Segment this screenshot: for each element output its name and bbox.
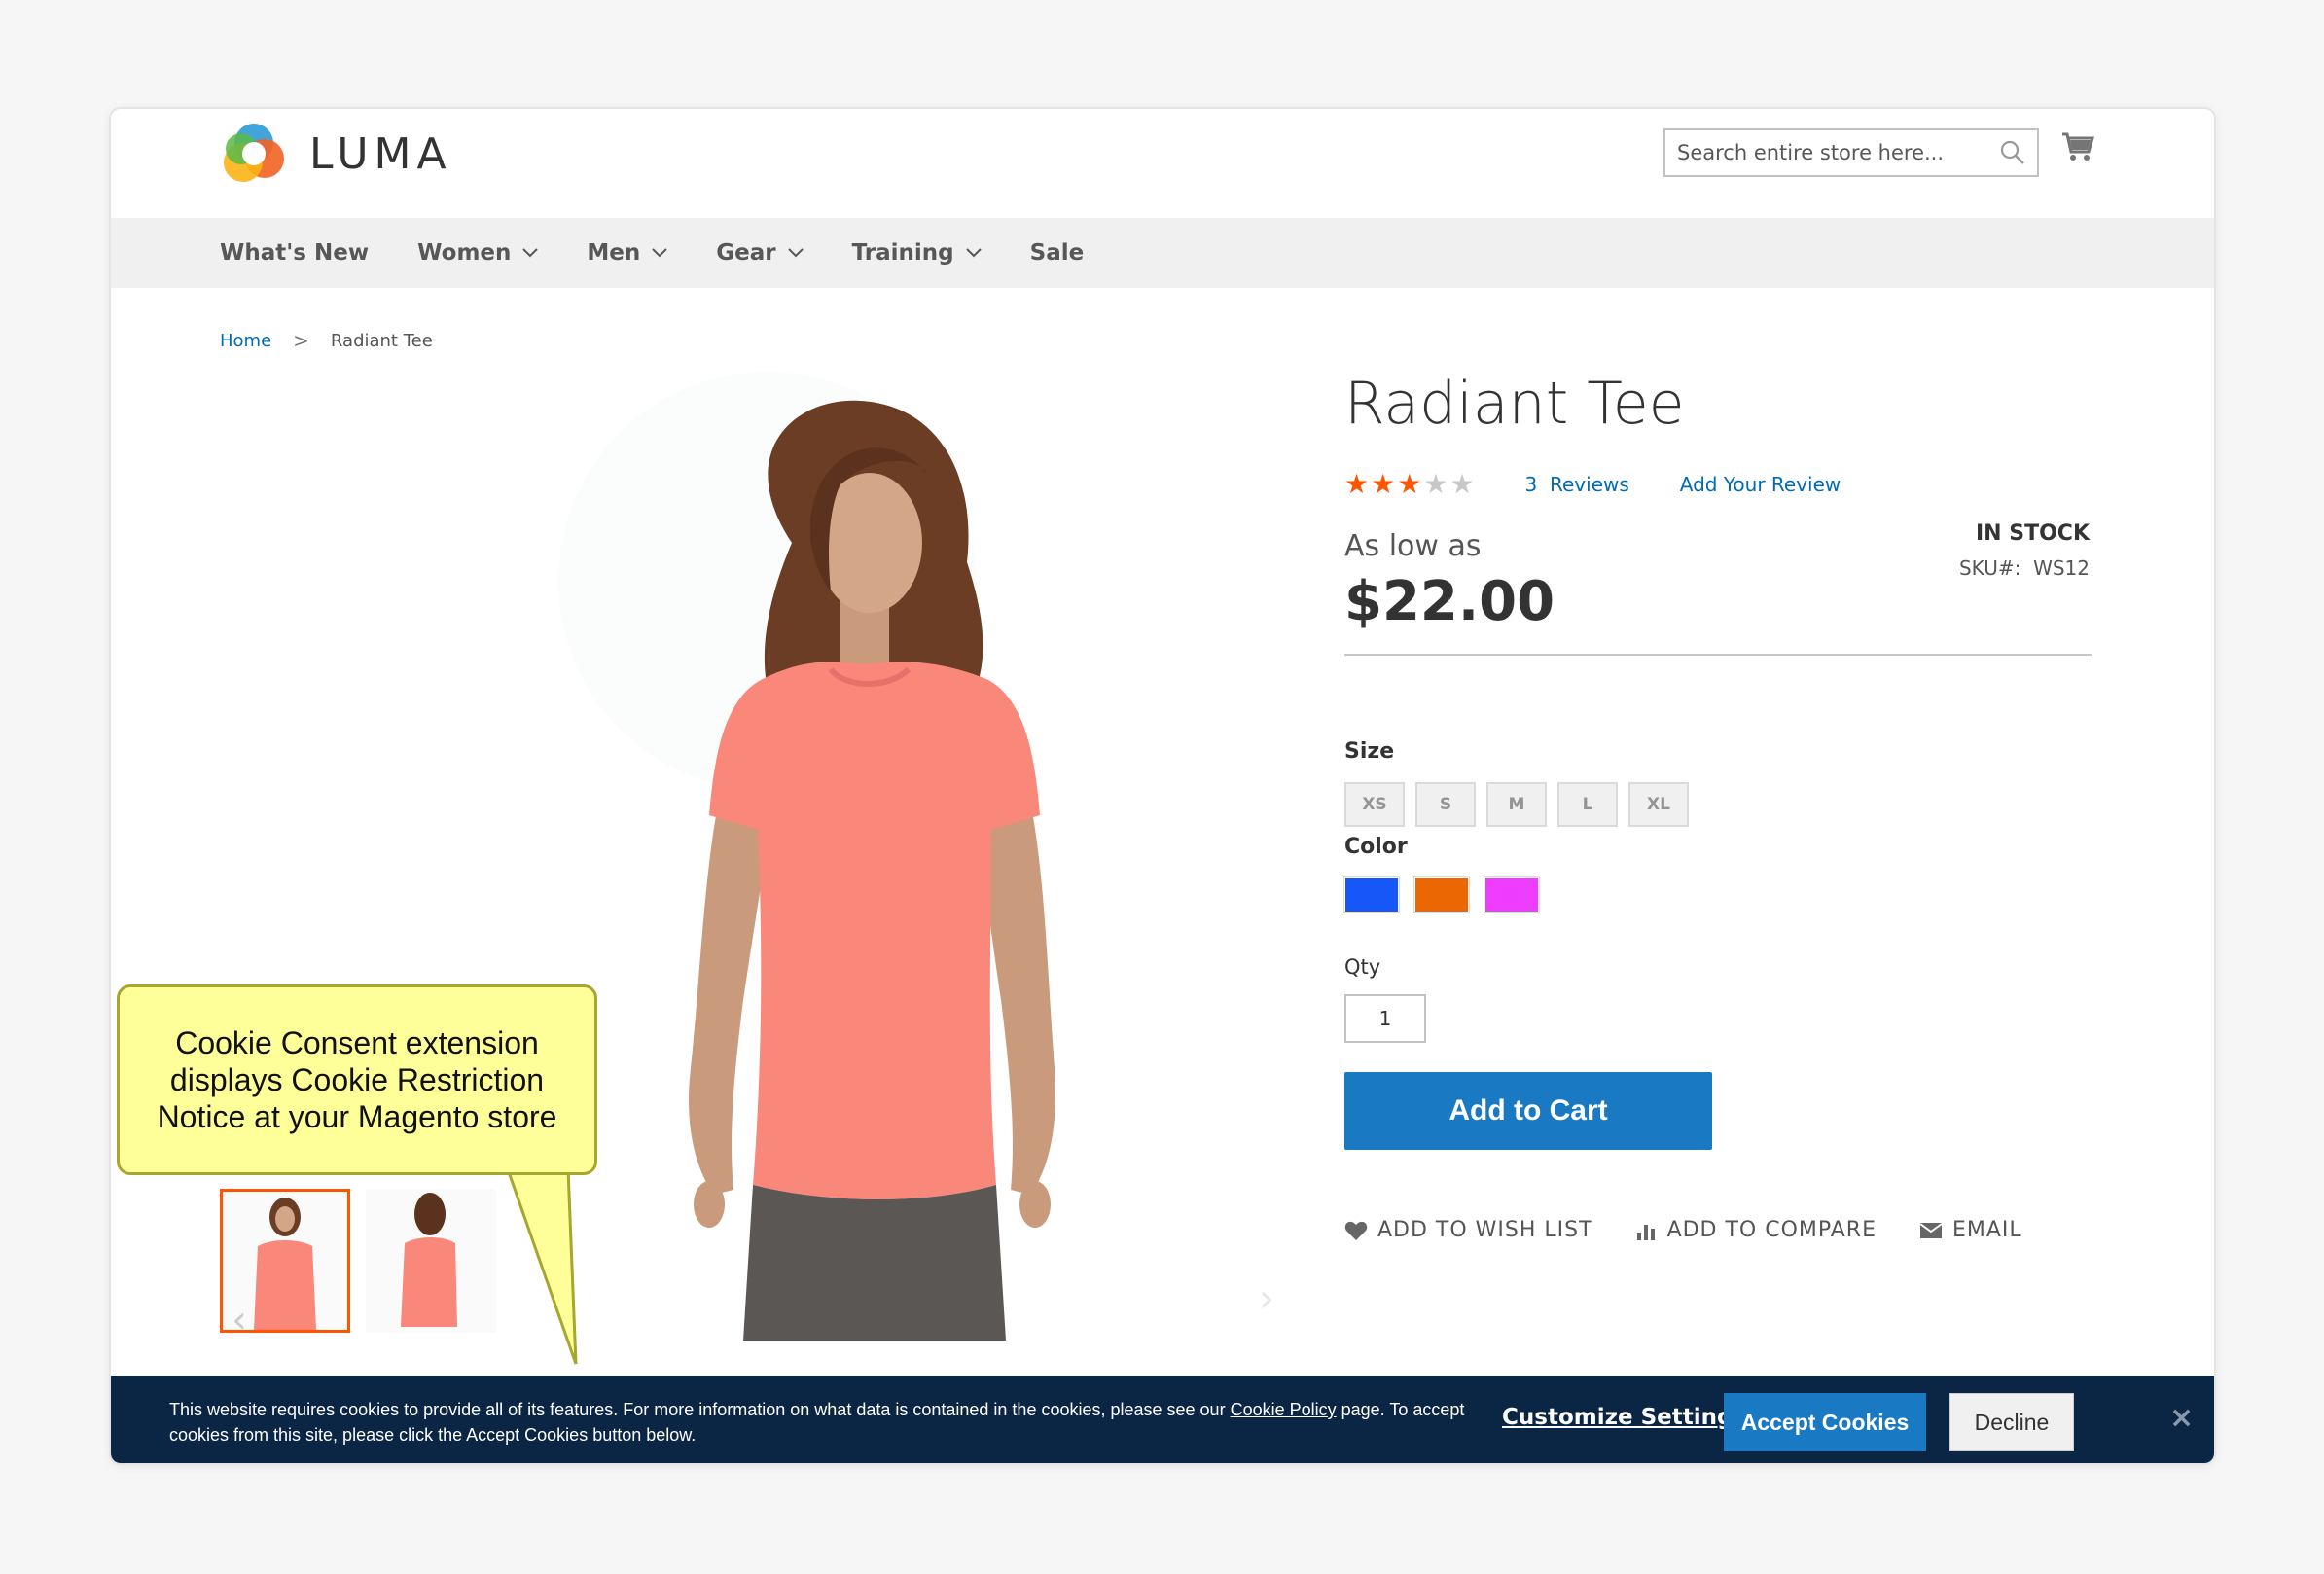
- product-main-image[interactable]: [597, 397, 1084, 1341]
- nav-whats-new[interactable]: What's New: [220, 240, 369, 266]
- size-option-xl[interactable]: XL: [1628, 782, 1689, 827]
- email-label: EMAIL: [1952, 1218, 2022, 1242]
- color-options: [1343, 876, 1555, 913]
- star-empty-icon: ★: [1449, 468, 1475, 500]
- search-box[interactable]: [1663, 128, 2039, 177]
- nav-label: Training: [851, 240, 954, 266]
- luma-logo[interactable]: LUMA: [220, 115, 452, 193]
- accept-cookies-button[interactable]: Accept Cookies: [1724, 1393, 1926, 1451]
- decline-cookies-button[interactable]: Decline: [1949, 1393, 2074, 1451]
- close-icon[interactable]: ×: [2169, 1401, 2194, 1435]
- wishlist-label: ADD TO WISH LIST: [1377, 1218, 1593, 1242]
- product-title: Radiant Tee: [1344, 370, 1685, 438]
- size-option-s[interactable]: S: [1415, 782, 1476, 827]
- nav-men[interactable]: Men: [587, 240, 667, 266]
- callout-line: displays Cookie Restriction: [169, 1062, 545, 1097]
- nav-women[interactable]: Women: [417, 240, 539, 266]
- sku-label: SKU#:: [1958, 556, 2021, 580]
- chevron-down-icon: [522, 248, 539, 258]
- qty-label: Qty: [1344, 955, 1381, 979]
- nav-label: Sale: [1029, 240, 1085, 266]
- product-rating: ★ ★ ★ ★ ★ 3 Reviews Add Your Review: [1344, 471, 1841, 498]
- product-price: $22.00: [1344, 570, 1555, 633]
- reviews-link[interactable]: 3 Reviews: [1525, 473, 1629, 496]
- logo-text: LUMA: [309, 128, 452, 179]
- add-review-link[interactable]: Add Your Review: [1680, 473, 1841, 496]
- envelope-icon: [1919, 1222, 1943, 1238]
- stock-status: IN STOCK: [1975, 521, 2090, 546]
- nav-sale[interactable]: Sale: [1030, 240, 1085, 266]
- color-swatch-orange[interactable]: [1413, 876, 1470, 913]
- heart-icon: [1344, 1221, 1368, 1240]
- cookie-text-before: This website requires cookies to provide…: [169, 1400, 1231, 1419]
- gallery-next-arrow[interactable]: ›: [1259, 1276, 1274, 1321]
- nav-label: What's New: [220, 240, 370, 266]
- color-swatch-purple[interactable]: [1484, 876, 1540, 913]
- star-empty-icon: ★: [1423, 468, 1448, 500]
- cookie-notice-text: This website requires cookies to provide…: [169, 1397, 1473, 1448]
- chevron-down-icon: [787, 248, 804, 258]
- size-option-l[interactable]: L: [1557, 782, 1618, 827]
- luma-logo-icon: [220, 120, 288, 188]
- callout-line: Cookie Consent extension: [175, 1025, 539, 1060]
- color-label: Color: [1344, 835, 1408, 859]
- cookie-policy-link[interactable]: Cookie Policy: [1231, 1400, 1337, 1419]
- nav-label: Women: [417, 240, 512, 266]
- chevron-down-icon: [965, 248, 982, 258]
- product-sku: SKU#: WS12: [1959, 556, 2090, 580]
- breadcrumb-home-link[interactable]: Home: [220, 331, 271, 351]
- main-nav: What's New Women Men Gear Training Sale: [111, 218, 2214, 288]
- bar-chart-icon: [1636, 1224, 1655, 1240]
- callout-line: Notice at your Magento store: [157, 1099, 557, 1134]
- qty-input[interactable]: [1344, 994, 1426, 1043]
- nav-gear[interactable]: Gear: [716, 240, 804, 266]
- cart-icon[interactable]: [2060, 128, 2095, 163]
- size-option-xs[interactable]: XS: [1344, 782, 1405, 827]
- reviews-count: 3: [1524, 473, 1538, 496]
- email-link[interactable]: EMAIL: [1919, 1218, 2022, 1242]
- star-filled-icon: ★: [1344, 468, 1370, 500]
- cookie-consent-bar: This website requires cookies to provide…: [111, 1376, 2214, 1463]
- nav-training[interactable]: Training: [852, 240, 982, 266]
- page-frame: LUMA What's New Women Men Gear Training …: [109, 107, 2216, 1465]
- star-filled-icon: ★: [1371, 468, 1396, 500]
- size-label: Size: [1344, 739, 1395, 764]
- product-actions: ADD TO WISH LIST ADD TO COMPARE EMAIL: [1344, 1218, 2065, 1242]
- rating-stars: ★ ★ ★ ★ ★: [1344, 471, 1477, 498]
- gallery-prev-arrow[interactable]: ‹: [232, 1298, 247, 1342]
- breadcrumb-current: Radiant Tee: [330, 330, 433, 351]
- color-swatch-blue[interactable]: [1343, 876, 1400, 913]
- price-label: As low as: [1344, 529, 1482, 563]
- size-option-m[interactable]: M: [1486, 782, 1547, 827]
- sku-value: WS12: [2033, 556, 2090, 580]
- nav-label: Men: [587, 240, 641, 266]
- nav-label: Gear: [716, 240, 776, 266]
- add-to-cart-button[interactable]: Add to Cart: [1344, 1072, 1712, 1150]
- star-filled-icon: ★: [1397, 468, 1422, 500]
- chevron-down-icon: [652, 248, 667, 258]
- annotation-callout: Cookie Consent extension displays Cookie…: [117, 984, 597, 1175]
- search-icon[interactable]: [2000, 140, 2025, 165]
- add-to-wishlist-link[interactable]: ADD TO WISH LIST: [1344, 1218, 1593, 1242]
- compare-label: ADD TO COMPARE: [1666, 1218, 1877, 1242]
- size-options: XS S M L XL: [1344, 782, 1699, 827]
- price-divider: [1344, 654, 2092, 656]
- add-to-compare-link[interactable]: ADD TO COMPARE: [1636, 1218, 1877, 1242]
- customize-settings-link[interactable]: Customize Settings: [1502, 1405, 1746, 1430]
- breadcrumb-separator: >: [293, 329, 309, 352]
- search-input[interactable]: [1677, 141, 2000, 164]
- thumbnail-back[interactable]: [366, 1189, 496, 1333]
- reviews-label: Reviews: [1550, 473, 1629, 496]
- breadcrumb: Home > Radiant Tee: [220, 329, 433, 352]
